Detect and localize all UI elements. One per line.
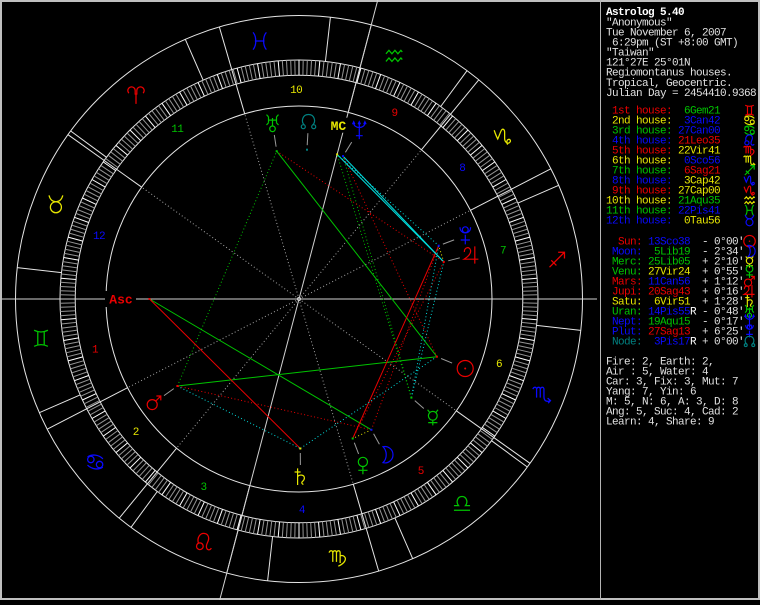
svg-text:12th house:: 12th house: (606, 216, 672, 228)
svg-text:7: 7 (500, 245, 506, 257)
svg-text:Asc: Asc (109, 293, 133, 308)
svg-text:9: 9 (391, 108, 397, 120)
svg-text:12: 12 (93, 231, 105, 243)
svg-text:2: 2 (133, 427, 139, 439)
svg-text:0Tau56: 0Tau56 (678, 216, 720, 228)
svg-text:8: 8 (459, 163, 465, 175)
svg-text:R: R (690, 337, 697, 349)
svg-text:R: R (690, 307, 697, 319)
svg-text:MC: MC (331, 119, 347, 134)
svg-text:1: 1 (92, 345, 99, 357)
svg-text:4: 4 (299, 505, 306, 517)
svg-text:6: 6 (496, 359, 502, 371)
svg-text:10: 10 (290, 85, 302, 97)
svg-text:3: 3 (200, 482, 206, 494)
svg-text:11: 11 (171, 124, 184, 136)
svg-text:3Pis17: 3Pis17 (648, 337, 690, 349)
svg-text:Julian Day = 2454410.9368: Julian Day = 2454410.9368 (606, 88, 756, 100)
svg-text:5: 5 (418, 466, 424, 478)
svg-text:Node:: Node: (606, 337, 642, 349)
svg-text:+ 0°00': + 0°00' (702, 337, 744, 349)
svg-text:Learn: 4, Share: 9: Learn: 4, Share: 9 (606, 416, 714, 428)
